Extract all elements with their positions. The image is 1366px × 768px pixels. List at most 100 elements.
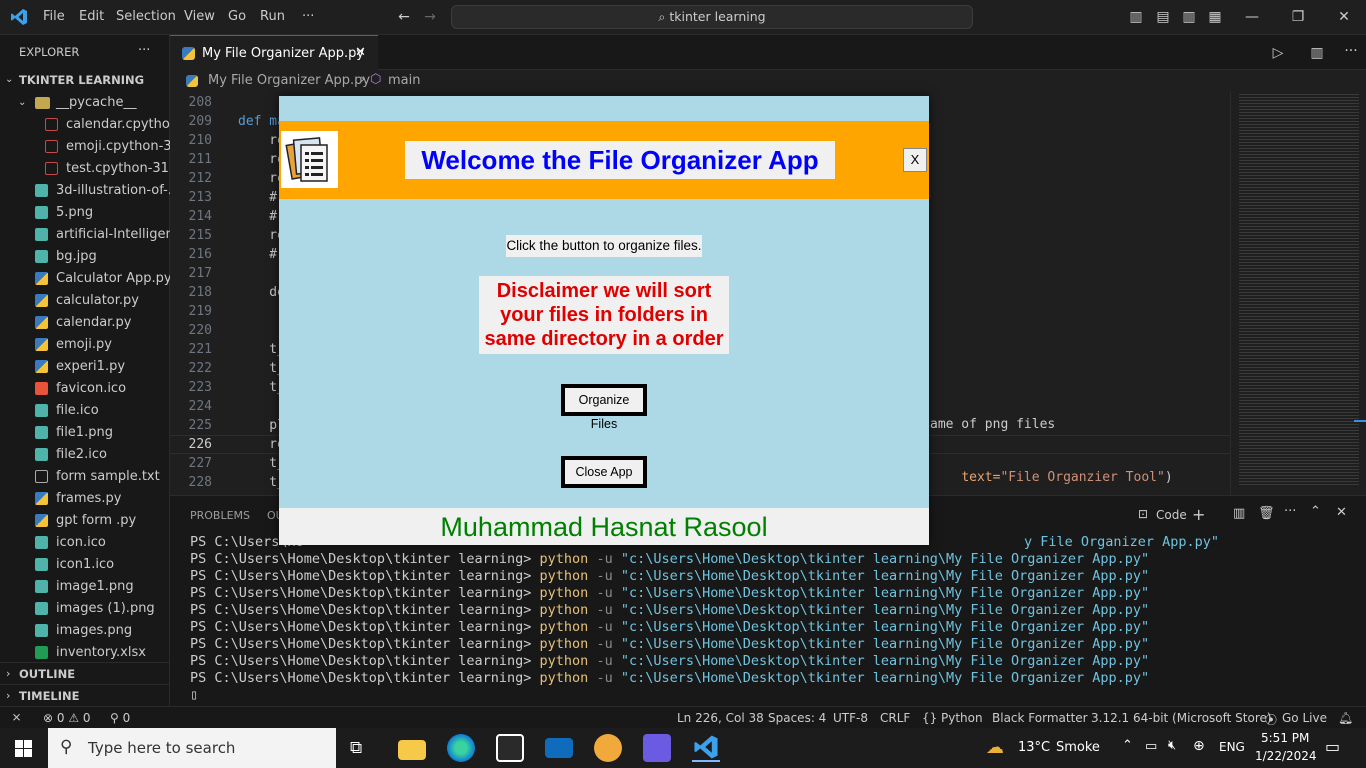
- window-close-icon[interactable]: ✕: [1336, 9, 1352, 25]
- vscode-taskbar-icon[interactable]: [692, 734, 720, 762]
- task-view-icon[interactable]: ⧉: [350, 738, 362, 758]
- menu-edit[interactable]: Edit: [79, 9, 104, 24]
- input-language[interactable]: ENG: [1219, 740, 1245, 754]
- edge-browser-icon[interactable]: [447, 734, 475, 762]
- file-item[interactable]: gpt form .py: [0, 510, 170, 532]
- file-item[interactable]: experi1.py: [0, 356, 170, 378]
- panel-more-icon[interactable]: ···: [1284, 504, 1296, 519]
- file-item[interactable]: 3d-illustration-of-...: [0, 180, 170, 202]
- menu-more[interactable]: ···: [302, 9, 314, 24]
- timeline-section[interactable]: › TIMELINE: [0, 684, 170, 706]
- weather-desc[interactable]: Smoke: [1056, 740, 1100, 755]
- remote-indicator[interactable]: ⨯: [0, 707, 33, 728]
- split-editor-icon[interactable]: ▥: [1309, 45, 1325, 61]
- file-item[interactable]: inventory.xlsx: [0, 642, 170, 664]
- cursor-position[interactable]: Ln 226, Col 38: [677, 711, 764, 725]
- file-item[interactable]: icon.ico: [0, 532, 170, 554]
- workspace-section-header[interactable]: ⌄ TKINTER LEARNING: [0, 69, 170, 91]
- toggle-sidebar-icon[interactable]: ▥: [1128, 9, 1144, 25]
- clipchamp-icon[interactable]: [643, 734, 671, 762]
- breadcrumb-symbol[interactable]: main: [388, 73, 420, 88]
- menu-selection[interactable]: Selection: [116, 9, 176, 24]
- tray-chevron-up-icon[interactable]: ⌃: [1122, 738, 1133, 753]
- back-arrow-icon[interactable]: ←: [396, 9, 412, 25]
- close-app-button[interactable]: Close App: [561, 456, 647, 488]
- mail-icon[interactable]: [545, 738, 573, 758]
- minimap[interactable]: [1230, 92, 1366, 495]
- terminal-name[interactable]: Code: [1156, 508, 1187, 522]
- language-mode[interactable]: Python: [941, 711, 983, 725]
- taskbar-search-input[interactable]: ⚲ Type here to search: [48, 728, 336, 768]
- file-item[interactable]: artificial-Intelligen...: [0, 224, 170, 246]
- network-globe-icon[interactable]: ⊕: [1193, 738, 1205, 754]
- file-item[interactable]: form sample.txt: [0, 466, 170, 488]
- breadcrumb-file[interactable]: My File Organizer App.py: [208, 73, 370, 88]
- minimize-icon[interactable]: —: [1244, 9, 1260, 25]
- file-item[interactable]: file1.png: [0, 422, 170, 444]
- microsoft-store-icon[interactable]: [496, 734, 524, 762]
- new-terminal-icon[interactable]: +: [1192, 505, 1205, 524]
- weather-temp[interactable]: 13°C: [1018, 740, 1050, 755]
- file-item[interactable]: calendar.py: [0, 312, 170, 334]
- problems-indicator[interactable]: ⊗ 0 ⚠ 0: [43, 711, 91, 725]
- toggle-panel-icon[interactable]: ▤: [1155, 9, 1171, 25]
- file-item[interactable]: icon1.ico: [0, 554, 170, 576]
- split-terminal-icon[interactable]: ▥: [1233, 506, 1245, 521]
- file-item[interactable]: file2.ico: [0, 444, 170, 466]
- kill-terminal-icon[interactable]: 🗑: [1258, 506, 1275, 521]
- file-item[interactable]: file.ico: [0, 400, 170, 422]
- folder-pycache[interactable]: ⌄ __pycache__: [0, 92, 170, 114]
- file-item[interactable]: calculator.py: [0, 290, 170, 312]
- explorer-more-button[interactable]: ···: [138, 43, 150, 58]
- header-close-button[interactable]: X: [903, 148, 927, 172]
- ports-indicator[interactable]: ⚲ 0: [110, 711, 130, 725]
- menu-file[interactable]: File: [43, 9, 65, 24]
- minimap-slider[interactable]: [1354, 420, 1366, 422]
- battery-icon[interactable]: ▭: [1145, 739, 1157, 754]
- go-live-button[interactable]: Go Live: [1282, 711, 1327, 725]
- customize-layout-icon[interactable]: ▦: [1207, 9, 1223, 25]
- tab-my-file-organizer[interactable]: My File Organizer App.py ✕: [170, 35, 378, 70]
- file-item[interactable]: Calculator App.py: [0, 268, 170, 290]
- file-item[interactable]: test.cpython-31...: [0, 158, 170, 180]
- run-icon[interactable]: ▷: [1270, 45, 1286, 61]
- file-item[interactable]: emoji.cpython-3...: [0, 136, 170, 158]
- indentation[interactable]: Spaces: 4: [768, 711, 826, 725]
- outline-section[interactable]: › OUTLINE: [0, 662, 170, 684]
- weather-icon[interactable]: ☁: [986, 737, 1004, 758]
- file-item[interactable]: frames.py: [0, 488, 170, 510]
- close-panel-icon[interactable]: ✕: [1336, 505, 1347, 520]
- vscode-logo-icon[interactable]: [10, 8, 28, 26]
- command-search-input[interactable]: ⌕ tkinter learning: [451, 5, 973, 29]
- organize-files-button[interactable]: Organize Files: [561, 384, 647, 431]
- tab-problems[interactable]: PROBLEMS: [190, 509, 250, 522]
- action-center-icon[interactable]: ▭: [1325, 737, 1340, 756]
- notifications-icon[interactable]: 🔔︎: [1338, 711, 1353, 725]
- interpreter[interactable]: 3.12.1 64-bit (Microsoft Store): [1091, 711, 1272, 725]
- file-item[interactable]: calendar.cpytho...: [0, 114, 170, 136]
- file-item[interactable]: images.png: [0, 620, 170, 642]
- line-ending[interactable]: CRLF: [880, 711, 910, 725]
- tab-close-icon[interactable]: ✕: [355, 45, 366, 60]
- windows-start-icon[interactable]: [15, 740, 32, 757]
- volume-muted-icon[interactable]: 🔇︎: [1168, 738, 1176, 753]
- file-item[interactable]: favicon.ico: [0, 378, 170, 400]
- clock-date[interactable]: 1/22/2024: [1255, 749, 1317, 763]
- medal-app-icon[interactable]: [594, 734, 622, 762]
- menu-view[interactable]: View: [184, 9, 215, 24]
- file-item[interactable]: 5.png: [0, 202, 170, 224]
- maximize-panel-icon[interactable]: ⌃: [1310, 504, 1321, 519]
- clock-time[interactable]: 5:51 PM: [1261, 731, 1309, 745]
- file-explorer-icon[interactable]: [398, 740, 426, 760]
- file-item[interactable]: images (1).png: [0, 598, 170, 620]
- file-item[interactable]: image1.png: [0, 576, 170, 598]
- menu-run[interactable]: Run: [260, 9, 285, 24]
- restore-icon[interactable]: ❐: [1290, 9, 1306, 25]
- menu-go[interactable]: Go: [228, 9, 246, 24]
- file-item[interactable]: emoji.py: [0, 334, 170, 356]
- formatter[interactable]: Black Formatter: [992, 711, 1088, 725]
- forward-arrow-icon[interactable]: →: [422, 9, 438, 25]
- file-item[interactable]: bg.jpg: [0, 246, 170, 268]
- encoding[interactable]: UTF-8: [833, 711, 868, 725]
- editor-more-icon[interactable]: ···: [1343, 43, 1359, 59]
